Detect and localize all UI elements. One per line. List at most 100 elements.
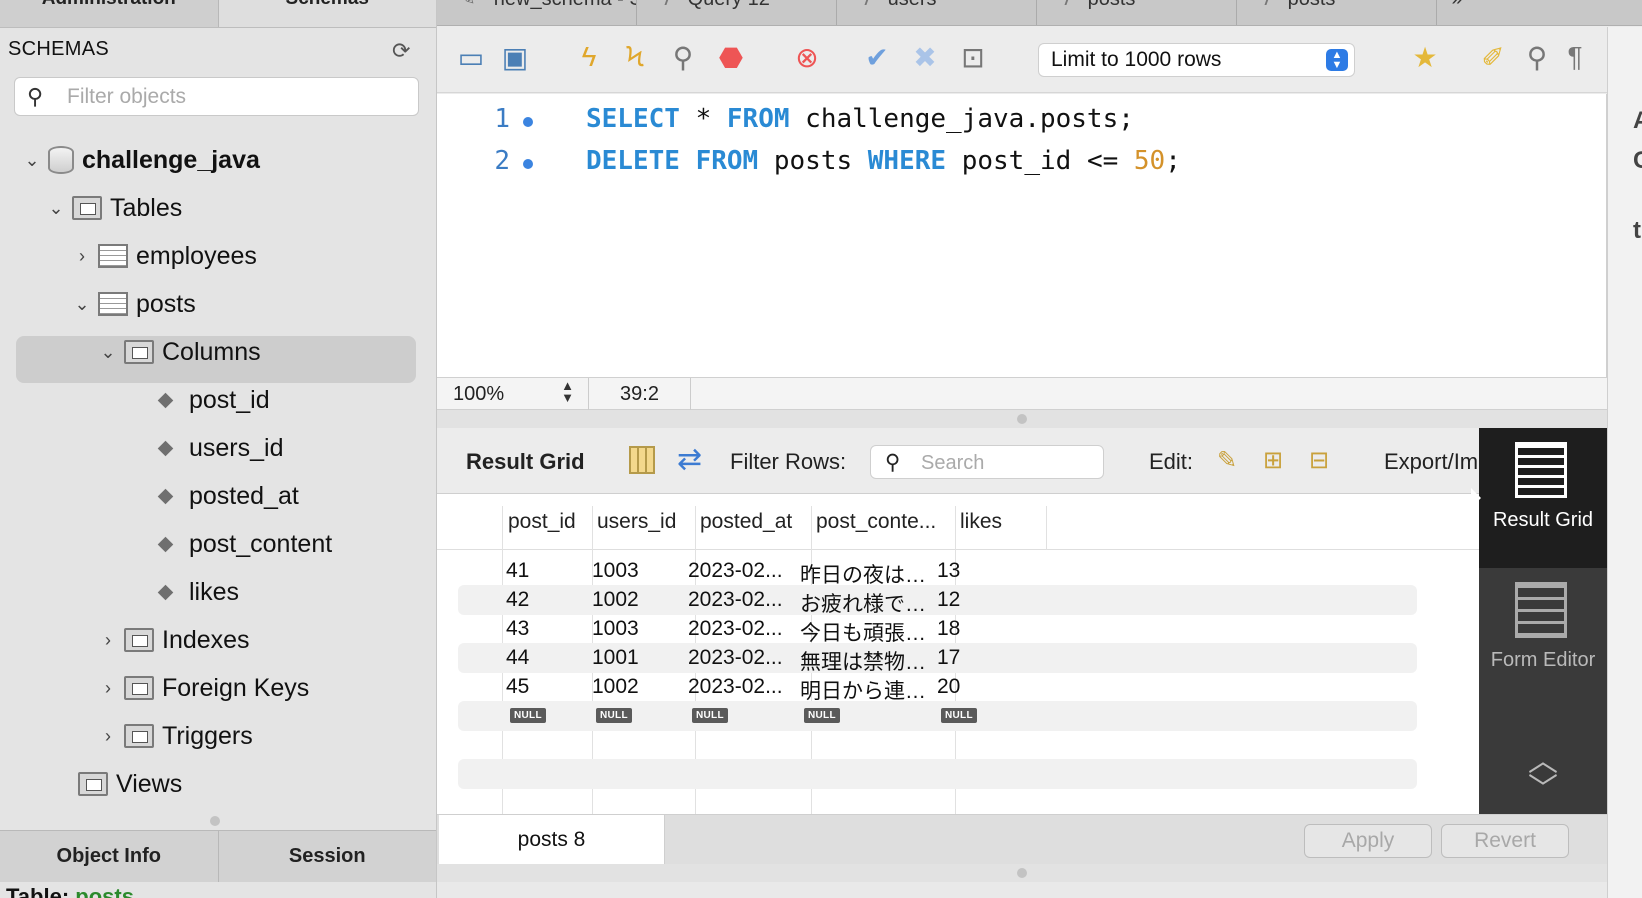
tab-posts[interactable]: ϟ posts <box>1037 0 1237 25</box>
tab-new-schema[interactable]: ✎ new_schema - Schema <box>437 0 637 25</box>
table-cell[interactable]: 20 <box>937 675 960 699</box>
null-badge[interactable]: NULL <box>692 708 728 723</box>
tree-column-likes[interactable]: likes <box>154 572 239 612</box>
table-row[interactable]: 42 1002 2023-02... お疲れ様で… 12 <box>458 585 1417 616</box>
table-cell[interactable]: 1003 <box>592 559 639 583</box>
more-tabs-icon[interactable]: » <box>1437 0 1477 25</box>
table-cell[interactable]: 1002 <box>592 675 639 699</box>
chevron-right-icon[interactable]: › <box>98 678 118 699</box>
tab-object-info[interactable]: Object Info <box>0 831 219 882</box>
table-row[interactable]: 44 1001 2023-02... 無理は禁物… 17 <box>458 643 1417 674</box>
insert-row-icon[interactable]: ⊞ <box>1256 446 1290 476</box>
chevron-down-icon[interactable]: ⌄ <box>46 198 66 219</box>
save-icon[interactable]: ▣ <box>497 39 533 75</box>
stepper-arrows-icon[interactable]: ▲ ▼ <box>561 379 574 404</box>
chevron-right-icon[interactable]: › <box>98 726 118 747</box>
table-cell[interactable]: 12 <box>937 588 960 612</box>
tab-administration[interactable]: Administration <box>0 0 219 27</box>
tree-columns[interactable]: ⌄ Columns <box>98 332 260 372</box>
chevron-down-icon[interactable]: ⌄ <box>98 342 118 363</box>
table-cell[interactable]: 44 <box>506 646 529 670</box>
toggle-error-stop-icon[interactable]: ⊗ <box>789 39 825 75</box>
tree-schema-challenge-java[interactable]: ⌄ challenge_java <box>22 140 260 180</box>
table-cell[interactable]: 1002 <box>592 588 639 612</box>
tree-foreign-keys[interactable]: › Foreign Keys <box>98 668 309 708</box>
null-badge[interactable]: NULL <box>596 708 632 723</box>
tree-column-post-id[interactable]: post_id <box>154 380 270 420</box>
column-header-likes[interactable]: likes <box>960 510 1002 534</box>
chevron-right-icon[interactable]: › <box>72 246 92 267</box>
chevron-down-icon[interactable]: ⌄ <box>22 150 42 171</box>
refresh-icon[interactable]: ⇄ <box>677 442 702 477</box>
table-cell[interactable]: 2023-02... <box>688 588 783 612</box>
zoom-stepper[interactable]: 100% ▲ ▼ <box>437 378 589 410</box>
table-cell[interactable]: 41 <box>506 559 529 583</box>
column-header-posted-at[interactable]: posted_at <box>700 510 792 534</box>
column-header-post-id[interactable]: post_id <box>508 510 576 534</box>
editor-splitter[interactable] <box>437 410 1607 428</box>
table-cell[interactable]: 18 <box>937 617 960 641</box>
table-row[interactable]: 41 1003 2023-02... 昨日の夜は… 13 <box>458 556 1417 587</box>
tree-table-posts[interactable]: ⌄ posts <box>72 284 195 324</box>
tab-session[interactable]: Session <box>218 831 436 882</box>
open-file-icon[interactable]: ▭ <box>453 39 489 75</box>
result-tab-posts[interactable]: posts 8 <box>439 815 665 865</box>
edit-cell-icon[interactable]: ✎ <box>1210 446 1244 476</box>
chevron-down-icon[interactable]: ⌄ <box>72 294 92 315</box>
explain-icon[interactable]: ⚲ <box>665 39 701 75</box>
tab-users[interactable]: ϟ users <box>837 0 1037 25</box>
table-cell[interactable]: 2023-02... <box>688 559 783 583</box>
table-cell[interactable]: 1003 <box>592 617 639 641</box>
sql-editor[interactable]: 1 SELECT * FROM challenge_java.posts; 2 DEL… <box>437 94 1607 377</box>
delete-row-icon[interactable]: ⊟ <box>1302 446 1336 476</box>
commit-icon[interactable]: ✔ <box>859 39 895 75</box>
filter-objects-input[interactable] <box>67 85 407 109</box>
stop-icon[interactable]: ⬣ <box>713 39 749 75</box>
tree-column-users-id[interactable]: users_id <box>154 428 284 468</box>
invisible-chars-icon[interactable]: ¶ <box>1557 39 1593 75</box>
tree-triggers[interactable]: › Triggers <box>98 716 253 756</box>
tree-column-post-content[interactable]: post_content <box>154 524 332 564</box>
find-icon[interactable]: ⚲ <box>1519 39 1555 75</box>
grid-layout-icon[interactable] <box>629 446 655 474</box>
column-header-post-content[interactable]: post_conte... <box>816 510 936 534</box>
table-cell[interactable]: 43 <box>506 617 529 641</box>
tree-views[interactable]: Views <box>52 764 182 804</box>
tree-indexes[interactable]: › Indexes <box>98 620 250 660</box>
side-scroll-arrows-icon[interactable]: ︿ ﹀ <box>1521 747 1565 805</box>
add-snippet-icon[interactable]: ★ <box>1407 39 1443 75</box>
execute-icon[interactable]: ϟ <box>571 39 607 75</box>
splitter-handle[interactable] <box>1017 414 1027 424</box>
apply-button[interactable]: Apply <box>1304 824 1432 858</box>
revert-button[interactable]: Revert <box>1441 824 1569 858</box>
limit-rows-select[interactable]: Limit to 1000 rows ▲ ▼ <box>1038 43 1355 77</box>
execute-statement-icon[interactable]: Ϟ <box>617 39 653 75</box>
splitter-handle[interactable] <box>1017 868 1027 878</box>
splitter-handle[interactable] <box>210 816 220 826</box>
table-cell[interactable]: 17 <box>937 646 960 670</box>
tab-query-12[interactable]: ϟ Query 12 <box>637 0 837 25</box>
chevron-right-icon[interactable]: › <box>98 630 118 651</box>
side-result-grid-button[interactable]: Result Grid <box>1471 428 1607 568</box>
tree-tables[interactable]: ⌄ Tables <box>46 188 182 228</box>
table-cell[interactable]: 2023-02... <box>688 675 783 699</box>
table-row[interactable]: 43 1003 2023-02... 今日も頑張… 18 <box>458 614 1417 645</box>
tree-table-employees[interactable]: › employees <box>72 236 257 276</box>
refresh-icon[interactable]: ⟳ <box>392 38 410 64</box>
table-cell[interactable]: 45 <box>506 675 529 699</box>
table-cell[interactable]: 2023-02... <box>688 646 783 670</box>
tree-column-posted-at[interactable]: posted_at <box>154 476 299 516</box>
new-row[interactable]: NULL NULL NULL NULL NULL <box>458 701 1417 731</box>
tab-posts-2[interactable]: ϟ posts <box>1237 0 1437 25</box>
column-header-users-id[interactable]: users_id <box>597 510 676 534</box>
export-import-label[interactable]: Export/Im <box>1384 449 1478 475</box>
null-badge[interactable]: NULL <box>804 708 840 723</box>
output-splitter[interactable] <box>437 864 1607 882</box>
table-row[interactable]: 45 1002 2023-02... 明日から連… 20 <box>458 672 1417 703</box>
null-badge[interactable]: NULL <box>941 708 977 723</box>
table-cell[interactable]: 2023-02... <box>688 617 783 641</box>
table-cell[interactable]: 13 <box>937 559 960 583</box>
tab-schemas[interactable]: Schemas <box>218 0 436 27</box>
autocommit-icon[interactable]: ⊡ <box>955 39 991 75</box>
filter-rows-input[interactable] <box>921 451 1091 475</box>
